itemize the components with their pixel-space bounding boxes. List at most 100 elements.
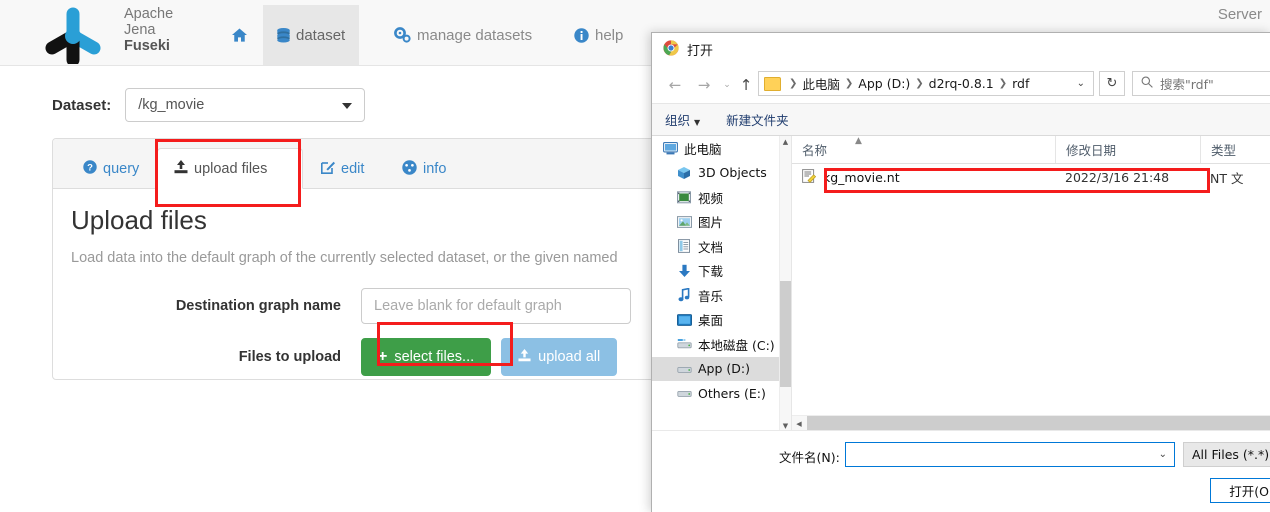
scroll-left-arrow-icon[interactable]: ◀ <box>792 416 806 431</box>
dataset-select-value: /kg_movie <box>138 97 205 113</box>
sidebar-item-documents[interactable]: 文档 <box>652 234 780 259</box>
filename-label: 文件名(N): <box>779 450 840 465</box>
upload-all-button-label: upload all <box>538 349 601 365</box>
sidebar-item-label: 下载 <box>698 264 724 280</box>
breadcrumb-item-1[interactable]: App (D:) <box>858 76 910 91</box>
breadcrumb[interactable]: ❯ 此电脑 ❯ App (D:) ❯ d2rq-0.8.1 ❯ rdf ⌄ <box>758 71 1094 96</box>
dialog-toolbar: 组织 ▼ 新建文件夹 <box>652 103 1270 136</box>
column-header-modified-label: 修改日期 <box>1066 143 1117 158</box>
tab-info[interactable]: info <box>386 148 462 189</box>
brand-logo[interactable]: Apache Jena Fuseki <box>32 2 212 64</box>
column-header-type[interactable]: 类型 <box>1200 136 1270 163</box>
folder-icon <box>764 76 781 91</box>
tab-edit-label: edit <box>341 160 365 177</box>
file-name-cell: kg_movie.nt <box>802 168 900 186</box>
tab-query[interactable]: ? query <box>67 148 155 189</box>
refresh-icon: ↻ <box>1106 76 1118 91</box>
organize-label: 组织 <box>665 113 691 128</box>
graph-name-input[interactable]: Leave blank for default graph <box>361 288 631 324</box>
open-button[interactable]: 打开(O) <box>1210 478 1270 503</box>
file-list: 名称 ▲ 修改日期 类型 kg_movie.nt 2022/3/16 21:48… <box>792 136 1270 431</box>
tab-edit[interactable]: edit <box>305 148 380 189</box>
sidebar-scroll-thumb[interactable] <box>780 281 791 387</box>
dataset-select[interactable]: /kg_movie <box>125 88 366 122</box>
column-header-name[interactable]: 名称 ▲ <box>792 136 1055 163</box>
dashboard-icon <box>402 159 417 178</box>
chevron-down-icon[interactable]: ⌄ <box>1077 78 1085 89</box>
sidebar-item-label: 图片 <box>698 215 724 231</box>
file-type-filter-label: All Files (*.*) <box>1192 447 1270 462</box>
upload-icon <box>518 348 531 366</box>
scroll-up-arrow-icon[interactable]: ▲ <box>780 136 791 147</box>
sidebar-item-label: Others (E:) <box>698 385 766 401</box>
nav-item-dataset[interactable]: dataset <box>263 5 360 65</box>
breadcrumb-item-0[interactable]: 此电脑 <box>802 74 840 93</box>
brand-line1: Apache <box>124 6 174 22</box>
file-open-dialog: 打开 ← → ⌄ ↑ ❯ 此电脑 ❯ App (D:) ❯ d2rq-0.8.1… <box>651 32 1270 512</box>
file-type-filter[interactable]: All Files (*.*) <box>1183 442 1270 467</box>
brand-line2: Jena <box>124 22 156 38</box>
new-folder-button[interactable]: 新建文件夹 <box>713 110 802 129</box>
breadcrumb-item-3[interactable]: rdf <box>1012 76 1029 91</box>
chevron-down-icon <box>342 103 353 109</box>
nt-file-icon <box>802 168 817 186</box>
up-button[interactable]: ↑ <box>735 74 757 96</box>
file-list-scroll-thumb[interactable] <box>807 416 1270 431</box>
dataset-label: Dataset: <box>52 96 112 114</box>
chrome-icon <box>663 39 679 60</box>
sidebar-vertical-scrollbar[interactable]: ▲ ▼ <box>779 136 791 431</box>
sidebar-item-label: 桌面 <box>698 313 724 329</box>
tab-query-label: query <box>103 160 140 177</box>
breadcrumb-sep: ❯ <box>844 78 854 89</box>
breadcrumb-item-2[interactable]: d2rq-0.8.1 <box>929 76 994 91</box>
database-icon <box>277 27 290 43</box>
sidebar-item-label: 视频 <box>698 190 724 206</box>
sidebar-item-downloads[interactable]: 下载 <box>652 259 780 284</box>
open-button-label: 打开(O) <box>1229 484 1270 499</box>
sidebar-item-this-pc[interactable]: 此电脑 <box>652 136 780 161</box>
3d-objects-icon <box>676 165 692 181</box>
svg-text:?: ? <box>87 163 93 174</box>
nav-item-manage-datasets[interactable]: manage datasets <box>380 5 546 65</box>
column-header-modified[interactable]: 修改日期 <box>1055 136 1200 163</box>
music-icon <box>676 287 692 303</box>
chevron-down-icon[interactable]: ⌄ <box>1159 449 1167 460</box>
chevron-down-icon: ▼ <box>694 118 701 127</box>
column-header-name-label: 名称 <box>802 143 828 158</box>
server-label[interactable]: Server <box>1210 6 1270 23</box>
nav-item-home[interactable] <box>215 5 263 65</box>
search-input[interactable]: 搜索"rdf" <box>1132 71 1270 96</box>
sidebar-item-app-d[interactable]: App (D:) <box>652 356 780 381</box>
sidebar-item-pictures[interactable]: 图片 <box>652 210 780 235</box>
upload-all-button[interactable]: upload all <box>501 338 618 376</box>
sidebar-item-label: 文档 <box>698 239 724 255</box>
question-icon: ? <box>83 160 97 177</box>
file-list-row[interactable]: kg_movie.nt 2022/3/16 21:48 NT 文 <box>792 165 1270 189</box>
nav-item-help[interactable]: help <box>560 5 637 65</box>
file-type-cell: NT 文 <box>1210 170 1244 186</box>
pictures-icon <box>676 214 692 230</box>
select-files-button[interactable]: + select files... <box>361 338 492 376</box>
sidebar-item-3d-objects[interactable]: 3D Objects <box>652 161 780 186</box>
sidebar-item-label: 3D Objects <box>698 165 767 181</box>
tab-upload-files[interactable]: upload files <box>157 148 303 189</box>
computer-icon <box>662 140 678 156</box>
file-list-horizontal-scrollbar[interactable]: ◀ <box>792 415 1270 431</box>
drive-icon <box>676 336 692 352</box>
new-folder-label: 新建文件夹 <box>726 113 789 128</box>
file-modified-cell: 2022/3/16 21:48 <box>1065 169 1170 185</box>
refresh-button[interactable]: ↻ <box>1099 71 1125 96</box>
dialog-address-bar: ← → ⌄ ↑ ❯ 此电脑 ❯ App (D:) ❯ d2rq-0.8.1 ❯ … <box>652 66 1270 103</box>
back-button[interactable]: ← <box>664 74 686 96</box>
sidebar-item-local-disk-c[interactable]: 本地磁盘 (C:) <box>652 332 780 357</box>
forward-button[interactable]: → <box>693 74 715 96</box>
organize-button[interactable]: 组织 ▼ <box>652 110 713 129</box>
tab-info-label: info <box>423 160 447 177</box>
sidebar-item-others-e[interactable]: Others (E:) <box>652 381 780 406</box>
sidebar-item-videos[interactable]: 视频 <box>652 185 780 210</box>
filename-input[interactable]: ⌄ <box>845 442 1175 467</box>
info-icon <box>574 27 589 43</box>
home-icon <box>231 28 247 42</box>
sidebar-item-desktop[interactable]: 桌面 <box>652 308 780 333</box>
sidebar-item-music[interactable]: 音乐 <box>652 283 780 308</box>
